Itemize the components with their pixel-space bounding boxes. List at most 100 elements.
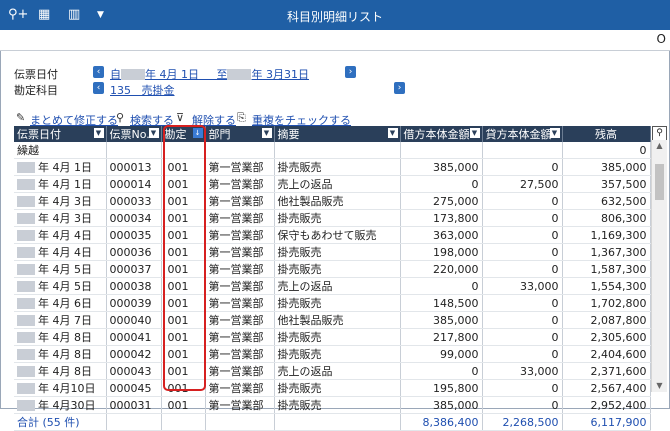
redacted-year	[17, 162, 35, 173]
table-row[interactable]: 年 4月 8日 000042 001 第一営業部 掛売販売 99,000 0 2,404,60…	[14, 345, 651, 363]
redacted-year	[17, 281, 35, 292]
cell-debit: 217,800	[400, 328, 483, 346]
title-bar: ⚲+ ▦ ▥ ▼ 科目別明細リスト	[0, 0, 670, 30]
table-row[interactable]: 年 4月 5日 000037 001 第一営業部 掛売販売 220,000 0 1,587,3…	[14, 260, 651, 278]
filter-clear-icon: ⊽	[176, 111, 185, 124]
cell-balance: 385,000	[562, 158, 651, 176]
cell-debit: 385,000	[400, 396, 483, 414]
cell-debit: 195,800	[400, 379, 483, 397]
cell-credit: 0	[482, 226, 563, 244]
col-header-dept[interactable]: 部門 ▼	[205, 126, 275, 142]
table-row[interactable]: 年 4月 5日 000038 001 第一営業部 売上の返品 0 33,000 1,554,3…	[14, 277, 651, 295]
table-row[interactable]: 年 4月 4日 000035 001 第一営業部 保守もあわせて販売 363,000 0 1,…	[14, 226, 651, 244]
carry-row[interactable]: 繰越 0	[14, 142, 651, 159]
table-row[interactable]: 年 4月 4日 000036 001 第一営業部 掛売販売 198,000 0 1,367,3…	[14, 243, 651, 261]
date-range-link[interactable]: 自 年 4月 1日 至 年 3月31日	[110, 66, 309, 82]
table-search-icon[interactable]: ⚲	[652, 126, 667, 141]
cell-desc: 掛売販売	[274, 345, 401, 363]
col-header-no[interactable]: 伝票No. ▼	[106, 126, 162, 142]
account-link[interactable]: 135 売掛金	[110, 82, 175, 98]
table-row[interactable]: 年 4月 8日 000041 001 第一営業部 掛売販売 217,800 0 2,305,6…	[14, 328, 651, 346]
cell-credit: 0	[482, 158, 563, 176]
col-header-debit[interactable]: 借方本体金額 ▼	[400, 126, 483, 142]
cell-credit: 33,000	[482, 277, 563, 295]
cell-credit: 0	[482, 294, 563, 312]
cell-no: 000042	[106, 345, 162, 363]
table-row[interactable]: 年 4月 3日 000034 001 第一営業部 掛売販売 173,800 0 806,300	[14, 209, 651, 227]
cell-credit: 0	[482, 396, 563, 414]
cell-debit: 275,000	[400, 192, 483, 210]
cell-dept: 第一営業部	[205, 260, 275, 278]
cell-dept: 第一営業部	[205, 243, 275, 261]
table-row[interactable]: 年 4月 1日 000014 001 第一営業部 売上の返品 0 27,500 357,500	[14, 175, 651, 193]
cell-credit: 0	[482, 345, 563, 363]
account-next-button[interactable]: ›	[394, 82, 405, 94]
redacted-year	[17, 230, 35, 241]
redacted-year	[17, 366, 35, 377]
account-name: 売掛金	[141, 84, 175, 97]
date-next-button[interactable]: ›	[345, 66, 356, 78]
total-credit: 2,268,500	[482, 413, 563, 431]
table-row[interactable]: 年 4月 7日 000040 001 第一営業部 他社製品販売 385,000 0 2,087…	[14, 311, 651, 329]
highlight-box	[163, 125, 206, 391]
table-row[interactable]: 年 4月30日 000031 001 第一営業部 掛売販売 385,000 0 2,952,4…	[14, 396, 651, 414]
chevron-down-icon[interactable]: ▼	[549, 128, 560, 138]
redacted-year	[17, 196, 35, 207]
date-prev-button[interactable]: ‹	[93, 66, 104, 78]
redacted-year	[17, 247, 35, 258]
cell-dept: 第一営業部	[205, 379, 275, 397]
cell-no: 000034	[106, 209, 162, 227]
scroll-thumb[interactable]	[655, 164, 664, 200]
cell-date: 年 4月 3日	[14, 209, 107, 227]
cell-date: 年 4月10日	[14, 379, 107, 397]
cell-no: 000043	[106, 362, 162, 380]
table-row[interactable]: 年 4月10日 000045 001 第一営業部 掛売販売 195,800 0 2,567,4…	[14, 379, 651, 397]
cell-debit: 220,000	[400, 260, 483, 278]
date-label: 伝票日付	[14, 68, 58, 81]
col-header-date[interactable]: 伝票日付 ▼	[14, 126, 107, 142]
col-header-credit[interactable]: 貸方本体金額 ▼	[482, 126, 563, 142]
cell-no: 000039	[106, 294, 162, 312]
cell-dept: 第一営業部	[205, 328, 275, 346]
cell-no: 000040	[106, 311, 162, 329]
scroll-down-icon[interactable]: ▼	[652, 380, 667, 392]
scroll-up-icon[interactable]: ▲	[652, 140, 667, 152]
account-prev-button[interactable]: ‹	[93, 82, 104, 94]
redacted-year	[17, 298, 35, 309]
total-debit: 8,386,400	[400, 413, 483, 431]
date-to-prefix: 至	[216, 68, 228, 81]
cell-dept: 第一営業部	[205, 311, 275, 329]
table-row[interactable]: 年 4月 3日 000033 001 第一営業部 他社製品販売 275,000 0 632,5…	[14, 192, 651, 210]
chevron-down-icon[interactable]: ▼	[93, 128, 104, 138]
chevron-down-icon[interactable]: ▼	[387, 128, 398, 138]
vertical-scrollbar[interactable]: ▲ ▼	[651, 140, 667, 392]
cell-debit: 99,000	[400, 345, 483, 363]
cell-debit: 198,000	[400, 243, 483, 261]
redacted-year	[17, 315, 35, 326]
cell-dept: 第一営業部	[205, 345, 275, 363]
cell-date: 年 4月 6日	[14, 294, 107, 312]
cell-debit: 363,000	[400, 226, 483, 244]
table-row[interactable]: 年 4月 1日 000013 001 第一営業部 掛売販売 385,000 0 385,000	[14, 158, 651, 176]
cell-desc: 掛売販売	[274, 379, 401, 397]
col-header-balance[interactable]: 残高	[562, 126, 651, 142]
cell-desc: 掛売販売	[274, 396, 401, 414]
cell-date: 年 4月 1日	[14, 158, 107, 176]
chevron-down-icon[interactable]: ▼	[261, 128, 272, 138]
chevron-down-icon[interactable]: ▼	[469, 128, 480, 138]
redacted-year	[17, 332, 35, 343]
cell-debit: 0	[400, 362, 483, 380]
table-row[interactable]: 年 4月 6日 000039 001 第一営業部 掛売販売 148,500 0 1,702,8…	[14, 294, 651, 312]
chevron-down-icon[interactable]: ▼	[148, 128, 159, 138]
cell-date: 年 4月 4日	[14, 226, 107, 244]
cell-desc: 他社製品販売	[274, 311, 401, 329]
cell-balance: 2,371,600	[562, 362, 651, 380]
cell-no: 000035	[106, 226, 162, 244]
cell-balance: 1,702,800	[562, 294, 651, 312]
cell-code: 001	[161, 396, 206, 414]
col-header-desc[interactable]: 摘要 ▼	[274, 126, 401, 142]
cell-date: 年 4月 4日	[14, 243, 107, 261]
table-row[interactable]: 年 4月 8日 000043 001 第一営業部 売上の返品 0 33,000 2,371,6…	[14, 362, 651, 380]
cell-desc: 掛売販売	[274, 294, 401, 312]
total-balance: 6,117,900	[562, 413, 651, 431]
